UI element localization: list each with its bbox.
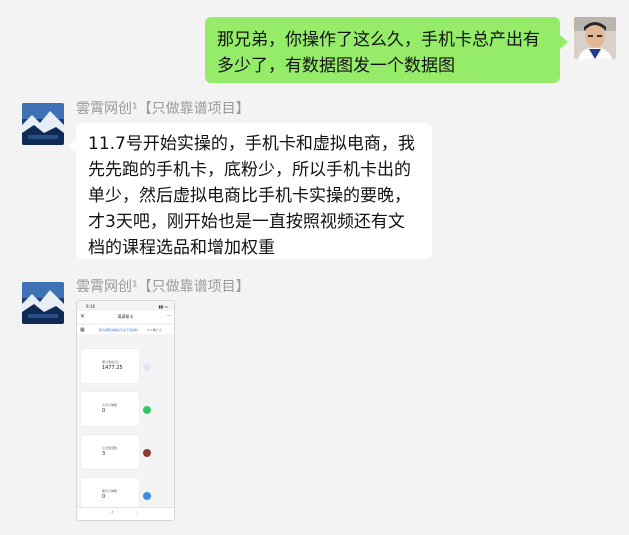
sender-avatar[interactable] bbox=[22, 282, 64, 324]
stat-value: 1477.25 bbox=[102, 365, 123, 371]
app-subtitle: ··· ··· bbox=[122, 319, 129, 322]
stat-label: 累计收益(元) bbox=[102, 360, 120, 364]
forward-arrow-icon: › bbox=[135, 509, 138, 516]
user-icon bbox=[143, 363, 151, 371]
stat-card: 累计收益(元) 1477.25 bbox=[81, 349, 139, 383]
outgoing-message-bubble[interactable]: 那兄弟，你操作了这么久，手机卡总产出有 多少了，有数据图发一个数据图 bbox=[205, 17, 568, 83]
sender-name: 雲霄网创¹【只做靠谱项目】 bbox=[76, 279, 250, 295]
send-icon bbox=[143, 492, 151, 500]
stat-label: 累计订单数 bbox=[102, 489, 118, 493]
sender-name: 雲霄网创¹【只做靠谱项目】 bbox=[76, 101, 250, 117]
incoming-message-line-2: 先先跑的手机卡，底粉少，所以手机卡出的 bbox=[88, 160, 411, 180]
incoming-message-line-4: 才3天吧，刚开始也是一直按照视频还有文 bbox=[88, 212, 405, 232]
browser-nav-bar: ‹ › bbox=[77, 507, 174, 520]
stat-label: 今日激活数 bbox=[102, 446, 118, 450]
app-header: ✕ 滴滴帮卡 ··· ··· ··· bbox=[77, 311, 174, 323]
outgoing-message-line-1: 那兄弟，你操作了这么久，手机卡总产出有 bbox=[217, 30, 540, 50]
notice-value: 0.3 推广人 bbox=[147, 328, 162, 332]
incoming-message-line-3: 单少，然后虚拟电商比手机卡实操的要晚， bbox=[88, 186, 411, 206]
signal-battery-icon: ▮▮ ▭ bbox=[158, 304, 168, 309]
stat-value: 3 bbox=[102, 451, 106, 457]
outgoing-message-line-2: 多少了，有数据图发一个数据图 bbox=[217, 56, 455, 76]
person-photo-icon bbox=[574, 17, 616, 59]
incoming-message-bubble[interactable]: 11.7号开始实操的，手机卡和虚拟电商，我 先先跑的手机卡，底粉少，所以手机卡出… bbox=[68, 123, 432, 259]
sender-avatar[interactable] bbox=[22, 103, 64, 145]
stat-card: 今日订单数 0 bbox=[81, 392, 139, 426]
phone-status-bar: 9:16 ▮▮ ▭ bbox=[77, 301, 174, 311]
incoming-message-line-5: 档的课程选品和增加权重 bbox=[88, 238, 275, 258]
status-time: 9:16 bbox=[86, 304, 95, 309]
more-icon: ··· bbox=[166, 313, 171, 319]
activate-icon bbox=[143, 449, 151, 457]
incoming-message-line-1: 11.7号开始实操的，手机卡和虚拟电商，我 bbox=[88, 134, 415, 154]
notice-bar: ▦ 官方通知请前往平台下载资料 0.3 推广人 bbox=[77, 325, 174, 334]
grid-icon: ▦ bbox=[80, 327, 85, 333]
stat-value: 0 bbox=[102, 494, 106, 500]
my-avatar[interactable] bbox=[574, 17, 616, 59]
check-icon bbox=[143, 406, 151, 414]
stat-value: 0 bbox=[102, 408, 106, 414]
notice-text: 官方通知请前往平台下载资料 bbox=[99, 328, 139, 332]
screenshot-image-message[interactable]: 9:16 ▮▮ ▭ ✕ 滴滴帮卡 ··· ··· ··· ▦ 官方通知请前往平台… bbox=[76, 300, 175, 521]
mountain-landscape-icon bbox=[22, 103, 64, 145]
stat-card: 今日激活数 3 bbox=[81, 435, 139, 469]
stat-label: 今日订单数 bbox=[102, 403, 118, 407]
back-arrow-icon: ‹ bbox=[111, 509, 114, 516]
mountain-landscape-icon bbox=[22, 282, 64, 324]
